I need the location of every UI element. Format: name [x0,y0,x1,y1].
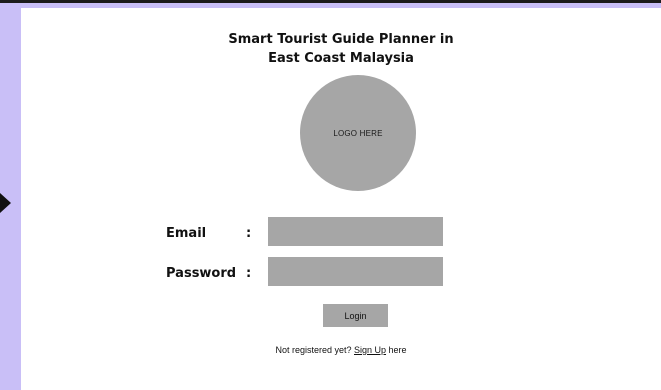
page-title-line-1: Smart Tourist Guide Planner in [228,32,454,47]
password-colon: : [246,266,252,281]
password-label: Password [166,266,237,281]
register-prompt-prefix: Not registered yet? [275,345,354,355]
logo-placeholder-text: LOGO HERE [333,128,383,138]
email-colon: : [246,226,252,241]
register-prompt: Not registered yet? Sign Up here [21,345,661,355]
login-button[interactable]: Login [323,304,388,327]
top-divider [0,0,661,3]
page-title-line-2: East Coast Malaysia [268,51,414,66]
register-prompt-suffix: here [386,345,407,355]
login-screen: Smart Tourist Guide Planner in East Coas… [21,8,661,390]
email-field[interactable] [268,217,443,246]
arrow-right-icon [0,193,11,213]
email-label: Email [166,226,207,241]
page-title: Smart Tourist Guide Planner in East Coas… [21,30,661,68]
password-field[interactable] [268,257,443,286]
canvas: Smart Tourist Guide Planner in East Coas… [0,0,661,390]
logo-placeholder: LOGO HERE [300,75,416,191]
sign-up-link[interactable]: Sign Up [354,345,386,355]
